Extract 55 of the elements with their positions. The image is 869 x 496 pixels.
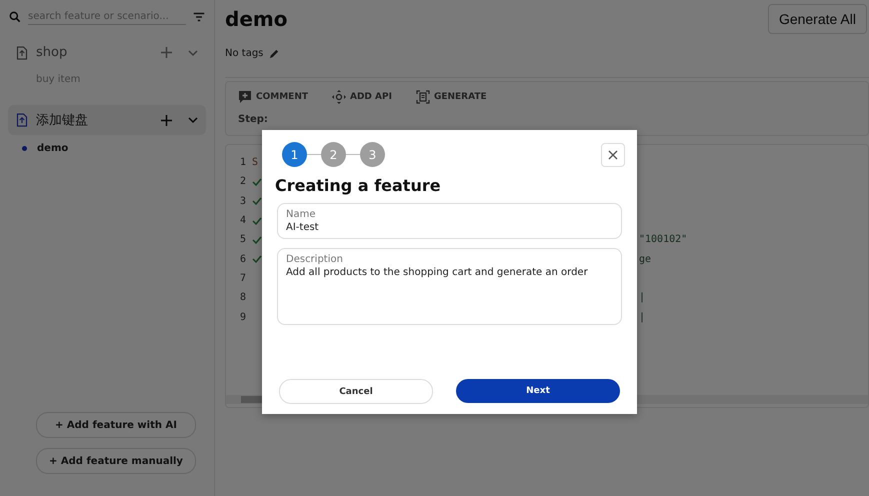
cancel-button[interactable]: Cancel — [279, 379, 433, 404]
close-button[interactable] — [601, 142, 625, 166]
group-name: shop — [36, 45, 68, 60]
plus-icon[interactable] — [161, 47, 172, 58]
field-value[interactable]: Add all products to the shopping cart and generate an order — [286, 265, 613, 319]
filter-icon[interactable] — [192, 10, 206, 24]
line-number: 1 — [240, 157, 248, 168]
line-number: 2 — [240, 176, 248, 188]
code-text: ge — [639, 254, 652, 265]
name-field[interactable]: Name AI-test — [277, 203, 622, 239]
pencil-icon[interactable] — [269, 48, 280, 59]
code-text: | — [639, 292, 646, 304]
line-number: 5 — [240, 234, 248, 246]
chevron-down-icon[interactable] — [188, 48, 198, 56]
search-icon — [8, 10, 22, 24]
field-label: Name — [286, 209, 317, 220]
add-feature-button[interactable]: + Add feature with AI — [36, 412, 196, 438]
description-field[interactable]: Description Add all products to the shopping cart and generate an order — [277, 248, 622, 325]
field-value[interactable]: AI-test — [286, 220, 613, 233]
file-icon — [16, 113, 28, 127]
line-number: 3 — [240, 196, 248, 207]
tags-label: No tags — [225, 48, 264, 59]
step-indicator: 1 — [282, 142, 307, 167]
dialog-title: Creating a feature — [275, 176, 442, 195]
code-text: "100102" — [639, 234, 688, 246]
line-number: 8 — [240, 292, 248, 304]
line-number: 9 — [240, 312, 248, 323]
group-name: 添加键盘 — [36, 112, 89, 129]
next-button[interactable]: Next — [456, 379, 620, 403]
move-arrows-icon — [332, 90, 346, 104]
line-number: 7 — [240, 272, 248, 284]
close-icon — [608, 150, 618, 160]
step-label: Step: — [238, 114, 269, 125]
file-icon — [16, 46, 28, 60]
toolbar-button[interactable]: COMMENT — [238, 90, 308, 104]
field-label: Description — [286, 254, 344, 265]
line-number: 6 — [240, 254, 248, 265]
toolbar-button[interactable]: ADD API — [332, 90, 392, 104]
code-text: | — [639, 312, 646, 323]
line-number: 4 — [240, 215, 248, 226]
plus-icon[interactable] — [161, 114, 172, 126]
toolbar-button[interactable]: GENERATE — [416, 90, 487, 104]
bullet-dot — [22, 146, 27, 151]
comment-icon — [238, 90, 252, 104]
add-feature-button[interactable]: + Add feature manually — [36, 448, 196, 474]
feature-group[interactable]: shop — [8, 39, 206, 66]
code-text: S — [252, 157, 258, 168]
scenario-item[interactable]: demo — [8, 135, 206, 160]
feature-title: demo — [225, 7, 288, 31]
step-indicator: 3 — [360, 142, 385, 167]
step-indicator: 2 — [321, 142, 346, 167]
generate-all-button[interactable]: Generate All — [768, 4, 867, 34]
feature-group[interactable]: 添加键盘 — [8, 105, 206, 135]
document-scan-icon — [416, 90, 430, 104]
chevron-down-icon[interactable] — [188, 116, 198, 124]
